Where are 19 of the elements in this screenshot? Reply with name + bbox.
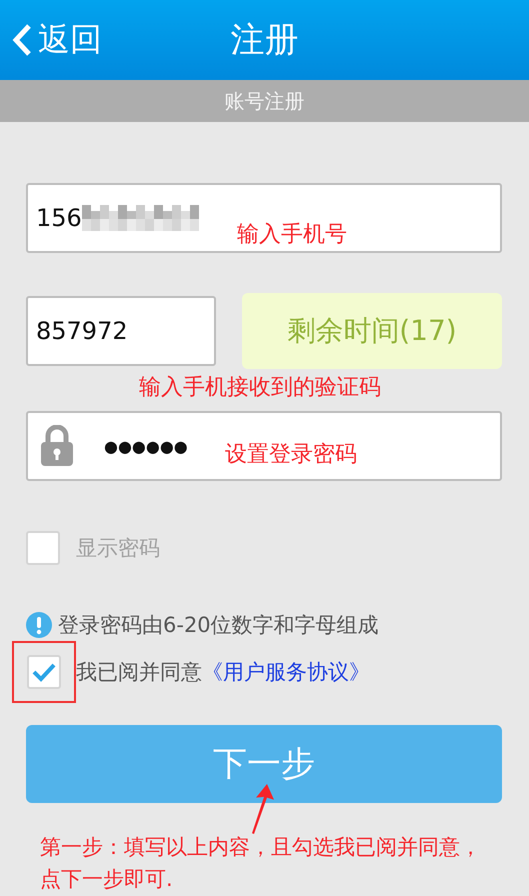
page-title: 注册 bbox=[230, 20, 298, 60]
chevron-left-icon bbox=[12, 23, 32, 57]
section-title: 账号注册 bbox=[224, 88, 304, 114]
back-button[interactable]: 返回 bbox=[0, 18, 102, 62]
instruction-note: 第一步：填写以上内容，且勾选我已阅并同意，点下一步即可. bbox=[39, 834, 482, 893]
annotation-text: 输入手机号 bbox=[237, 221, 347, 249]
annotation-text: 输入手机接收到的验证码 bbox=[139, 374, 381, 402]
checkbox[interactable] bbox=[27, 655, 61, 689]
code-field[interactable]: 857972 bbox=[26, 296, 216, 366]
info-icon bbox=[26, 612, 52, 638]
agree-text: 我已阅并同意 bbox=[76, 659, 202, 686]
lock-icon bbox=[40, 425, 74, 467]
checkbox[interactable] bbox=[26, 531, 60, 565]
annotation-text: 设置登录密码 bbox=[225, 441, 357, 469]
hint-text: 登录密码由6-20位数字和字母组成 bbox=[58, 612, 379, 639]
arrow-annotation bbox=[250, 784, 274, 834]
checkbox-label: 显示密码 bbox=[76, 535, 160, 562]
checkmark-icon bbox=[31, 662, 57, 682]
agreement-link[interactable]: 《用户服务协议》 bbox=[202, 658, 370, 686]
